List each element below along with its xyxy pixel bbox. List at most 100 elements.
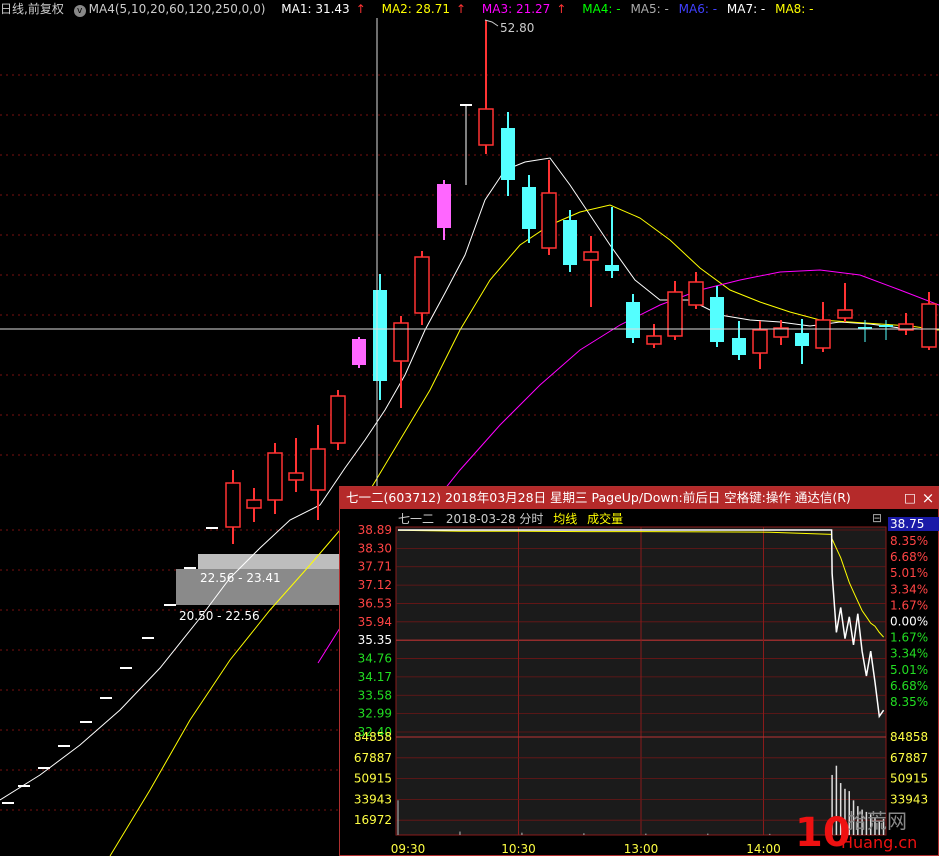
- svg-text:拾荒网: 拾荒网: [847, 809, 907, 833]
- pct-tick-label: 8.35%: [890, 534, 928, 548]
- candle[interactable]: [246, 488, 262, 522]
- site-watermark-logo: 10 拾荒网 Huang.cn: [795, 809, 917, 852]
- candle-body: [310, 448, 326, 491]
- high-price-label: 52.80: [500, 21, 534, 35]
- avg-line-label: 均线: [553, 512, 578, 526]
- candle-body: [732, 338, 746, 355]
- popup-title-bar[interactable]: 七一二(603712) 2018年03月28日 星期三 PageUp/Down:…: [340, 487, 938, 509]
- price-range-label-lower: 20.50 - 22.56: [179, 609, 260, 623]
- price-tick-label: 32.99: [358, 707, 392, 721]
- pct-tick-label: 3.34%: [890, 647, 928, 661]
- pct-tick-label: 0.00%: [890, 615, 928, 629]
- candle-body: [478, 108, 494, 146]
- candle[interactable]: [752, 321, 768, 369]
- candle-body: [414, 256, 430, 314]
- candle[interactable]: [688, 272, 704, 309]
- candle[interactable]: [267, 443, 283, 514]
- time-tick-label: 13:00: [624, 842, 659, 855]
- price-tick-label: 38.30: [358, 541, 392, 555]
- candle[interactable]: [522, 175, 536, 243]
- candle[interactable]: [837, 283, 853, 322]
- stock-name: 七一二: [398, 512, 435, 526]
- candle[interactable]: [583, 236, 599, 307]
- candle[interactable]: [330, 390, 346, 450]
- candle[interactable]: [646, 324, 662, 348]
- candle[interactable]: [667, 281, 683, 340]
- candle-body: [541, 192, 557, 249]
- price-tick-label: 35.35: [358, 633, 392, 647]
- popup-title-text: 七一二(603712) 2018年03月28日 星期三 PageUp/Down:…: [346, 490, 851, 505]
- candle[interactable]: [879, 320, 893, 340]
- price-tick-label: 35.94: [358, 615, 392, 629]
- candle[interactable]: [478, 20, 494, 154]
- candle-body: [921, 303, 937, 348]
- pct-tick-label: 1.67%: [890, 631, 928, 645]
- time-tick-label: 10:30: [501, 842, 536, 855]
- candle[interactable]: [921, 292, 937, 350]
- price-tick-label: 34.76: [358, 652, 392, 666]
- candle[interactable]: [310, 425, 326, 520]
- high-marker: 52.80: [484, 19, 534, 35]
- candle[interactable]: [773, 320, 789, 345]
- candle[interactable]: [352, 337, 366, 368]
- pct-tick-label: 8.35%: [890, 695, 928, 709]
- intraday-chart[interactable]: 38.89 38.30 37.71 37.12 36.53 35.94 35.35 34.76…: [340, 509, 938, 855]
- volume-tick-label-right: 84858: [890, 730, 928, 744]
- candle-body: [501, 128, 515, 180]
- candle[interactable]: [414, 251, 430, 325]
- candle-body: [437, 184, 451, 228]
- collapse-icon[interactable]: ⊟: [872, 511, 882, 525]
- candle[interactable]: [288, 438, 304, 492]
- candle-body: [352, 339, 366, 365]
- crosshair: [0, 18, 939, 486]
- candle[interactable]: [605, 207, 619, 278]
- candle[interactable]: [541, 160, 557, 255]
- candle[interactable]: [732, 321, 746, 360]
- candle-body: [583, 251, 599, 261]
- time-tick-label: 09:30: [391, 842, 426, 855]
- candle[interactable]: [563, 210, 577, 272]
- intraday-popup-window[interactable]: 七一二(603712) 2018年03月28日 星期三 PageUp/Down:…: [339, 486, 939, 856]
- volume-tick-label-right: 33943: [890, 792, 928, 806]
- pct-tick-label: 6.68%: [890, 550, 928, 564]
- candle-body: [752, 329, 768, 354]
- candle[interactable]: [437, 180, 451, 240]
- pct-tick-label: 5.01%: [890, 566, 928, 580]
- pct-tick-label: 5.01%: [890, 663, 928, 677]
- candle[interactable]: [225, 470, 241, 544]
- candle[interactable]: [710, 286, 724, 347]
- price-tick-label: 37.71: [358, 560, 392, 574]
- candle-body: [688, 281, 704, 306]
- close-icon[interactable]: ×: [920, 487, 936, 509]
- volume-tick-label: 67887: [354, 751, 392, 765]
- time-tick-label: 14:00: [746, 842, 781, 855]
- pct-tick-label: 6.68%: [890, 679, 928, 693]
- candle-body: [815, 319, 831, 349]
- candle-body: [225, 482, 241, 528]
- candle-body: [710, 297, 724, 342]
- price-tick-label: 34.17: [358, 670, 392, 684]
- candle-body: [330, 395, 346, 444]
- candle-body: [373, 290, 387, 381]
- candle-body: [267, 452, 283, 501]
- candle[interactable]: [501, 112, 515, 196]
- svg-text:Huang.cn: Huang.cn: [841, 833, 917, 852]
- candle[interactable]: [626, 294, 640, 343]
- volume-tick-label: 50915: [354, 772, 392, 786]
- pct-tick-label: 1.67%: [890, 598, 928, 612]
- volume-tick-label: 33943: [354, 792, 392, 806]
- price-range-label-upper: 22.56 - 23.41: [200, 571, 281, 585]
- candle[interactable]: [460, 104, 472, 185]
- candle[interactable]: [815, 302, 831, 352]
- volume-tick-label-right: 67887: [890, 751, 928, 765]
- price-tick-label: 36.53: [358, 596, 392, 610]
- candle[interactable]: [898, 313, 914, 335]
- volume-tick-label: 16972: [354, 813, 392, 827]
- candle[interactable]: [373, 274, 387, 400]
- price-range-box-upper: [198, 554, 340, 569]
- candle[interactable]: [393, 316, 409, 408]
- restore-icon[interactable]: □: [902, 487, 918, 509]
- pct-tick-label: 3.34%: [890, 582, 928, 596]
- intraday-subheader: 七一二 2018-03-28 分时 均线 成交量: [398, 511, 623, 527]
- candle-body: [522, 187, 536, 229]
